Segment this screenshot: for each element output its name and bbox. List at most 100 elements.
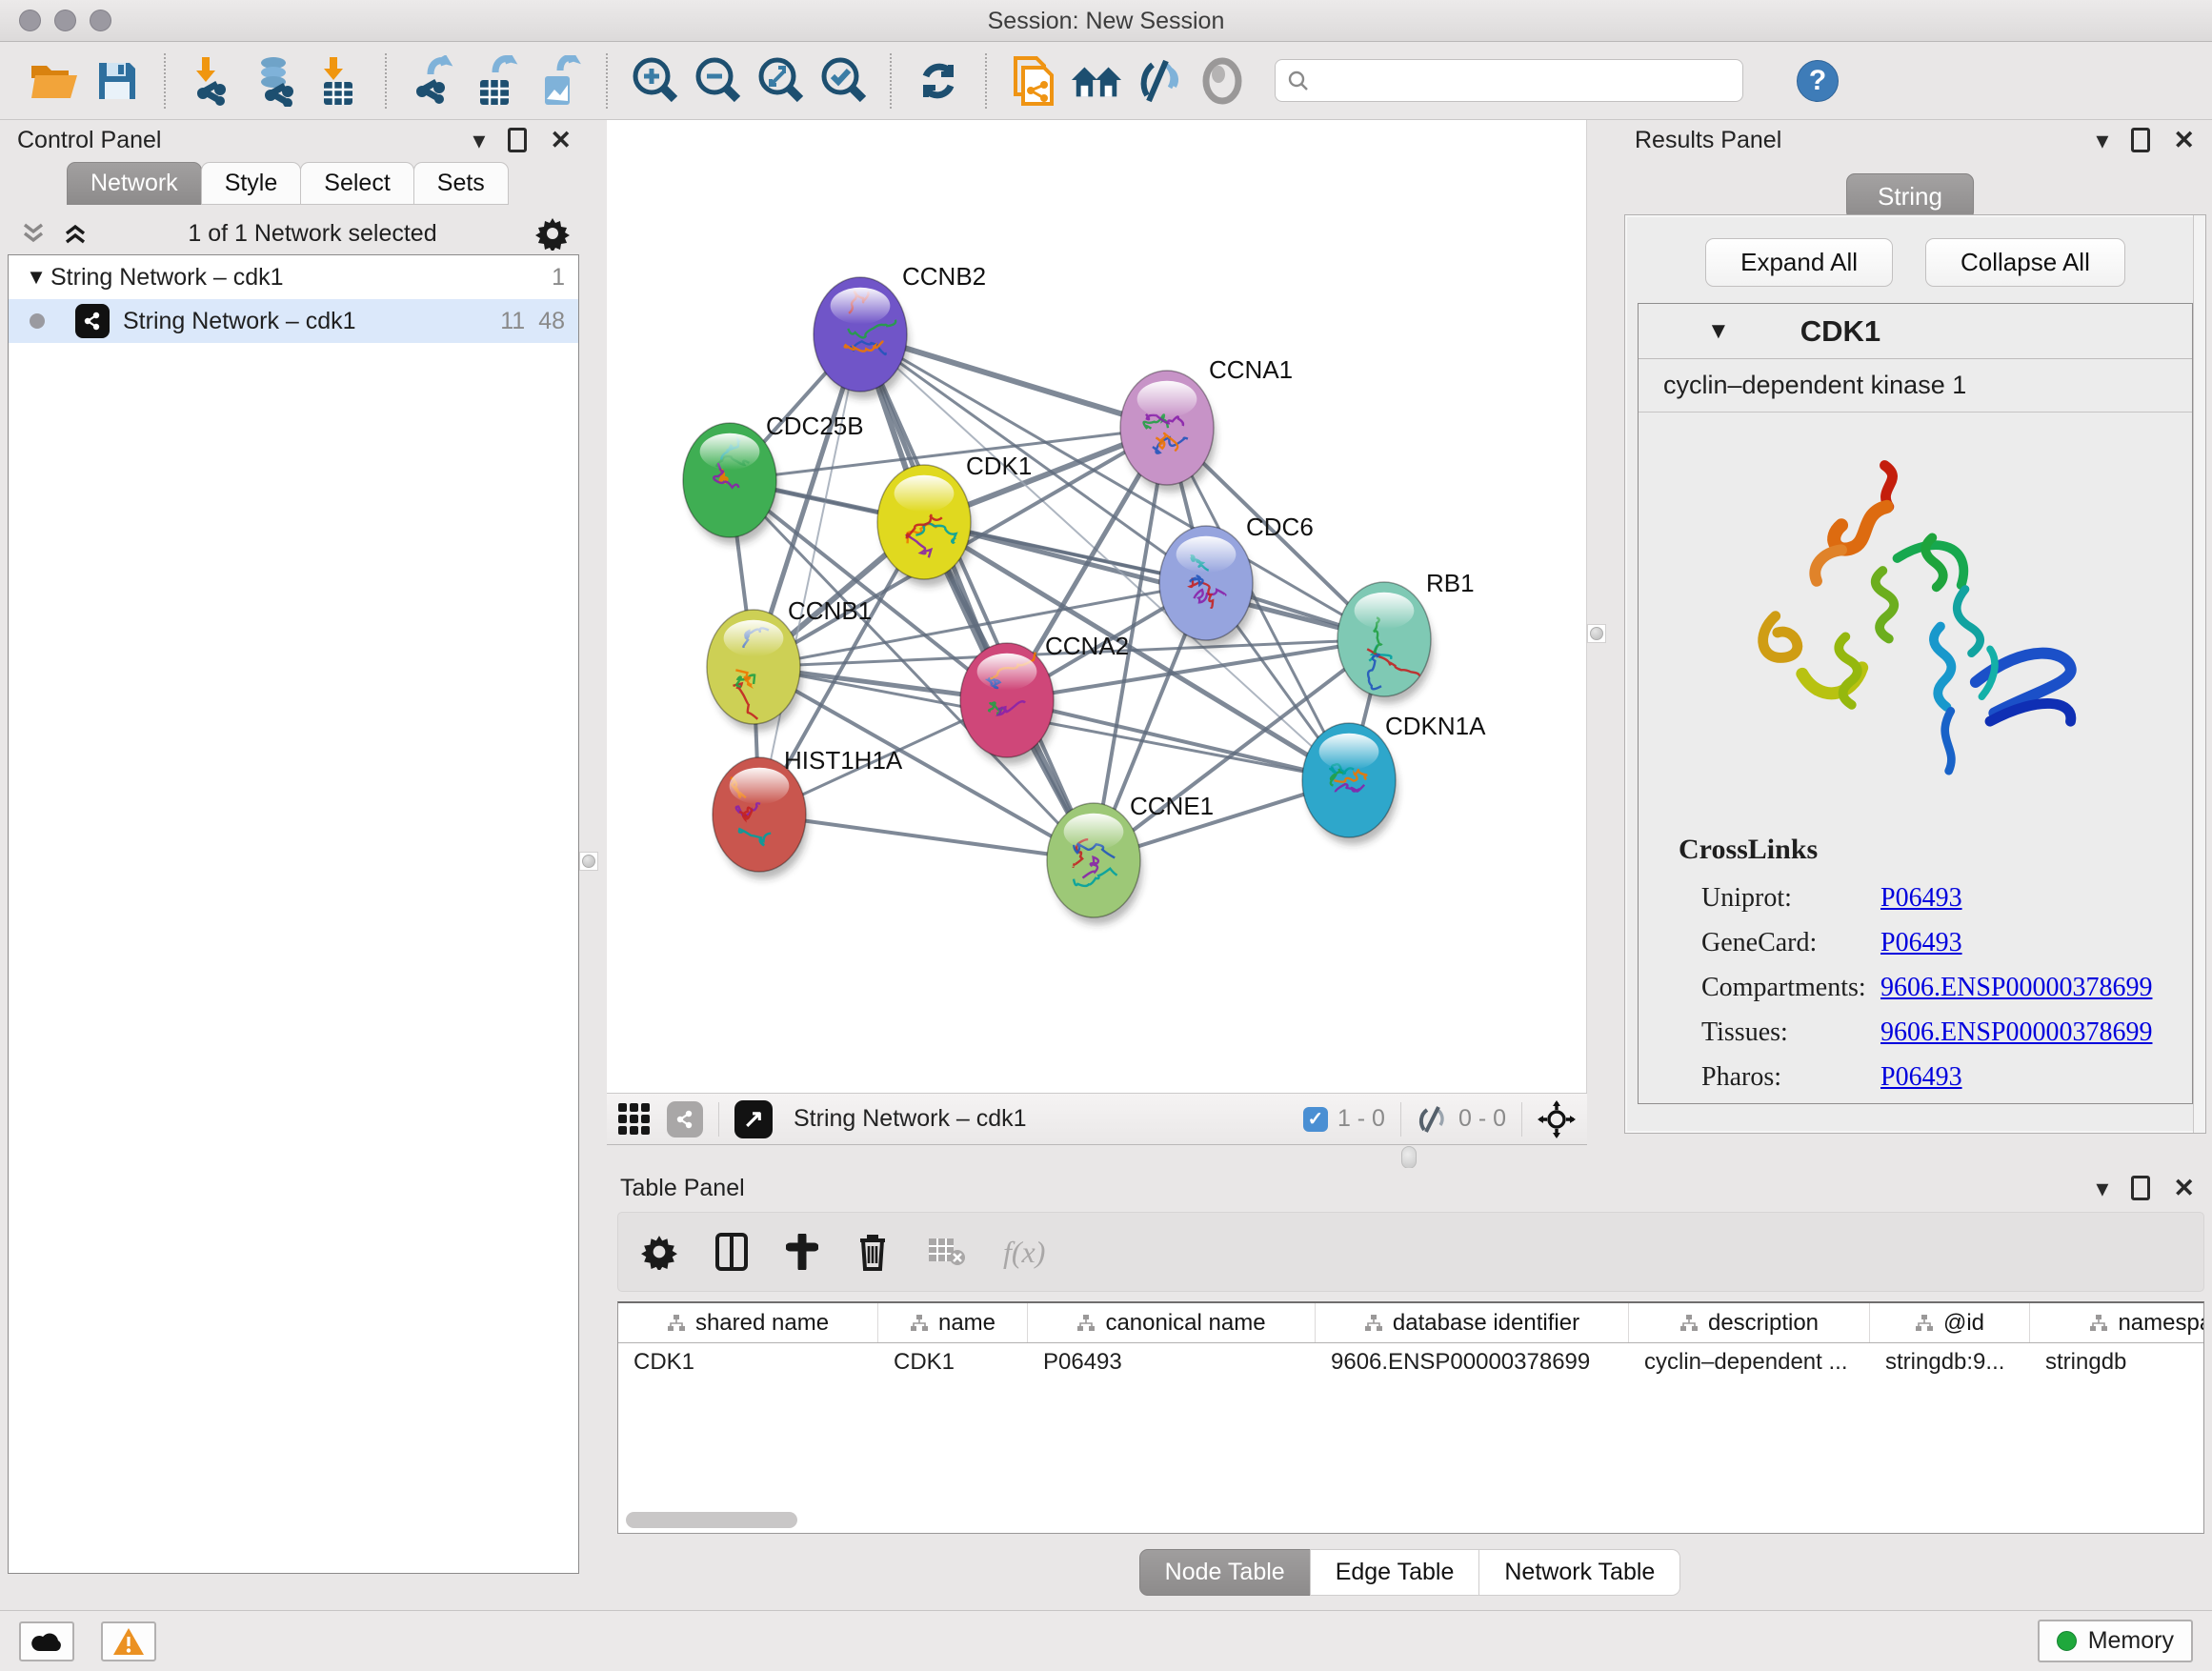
edge-CCNB2-HIST1H1A[interactable]: [759, 334, 860, 815]
tab-edge-table[interactable]: Edge Table: [1310, 1549, 1480, 1596]
tab-style[interactable]: Style: [201, 162, 302, 205]
function-builder-icon[interactable]: f(x): [1003, 1235, 1045, 1270]
selected-checkbox-icon[interactable]: [1303, 1107, 1328, 1132]
show-all-button[interactable]: [1196, 54, 1249, 108]
crosslink-link[interactable]: P06493: [1880, 883, 1962, 913]
node-CCNE1[interactable]: CCNE1: [1047, 792, 1214, 925]
houses-button[interactable]: [1070, 54, 1123, 108]
tab-string[interactable]: String: [1846, 173, 1974, 220]
add-row-icon[interactable]: [786, 1234, 818, 1270]
tab-node-table[interactable]: Node Table: [1139, 1549, 1311, 1596]
tab-select[interactable]: Select: [300, 162, 413, 205]
crosslink-link[interactable]: P06493: [1880, 928, 1962, 957]
minimize-window-icon[interactable]: [54, 10, 76, 31]
gear-icon[interactable]: [535, 216, 570, 251]
panel-float-icon[interactable]: [2131, 1176, 2150, 1200]
network-collection-row[interactable]: ▼ String Network – cdk1 1: [9, 255, 578, 299]
table-cell[interactable]: P06493: [1028, 1343, 1316, 1381]
column-header[interactable]: canonical name: [1028, 1303, 1316, 1342]
entry-expand-icon[interactable]: ▼: [1707, 318, 1730, 345]
table-hscrollbar[interactable]: [626, 1512, 797, 1528]
column-header[interactable]: database identifier: [1316, 1303, 1629, 1342]
node-CCNA2[interactable]: CCNA2: [960, 632, 1129, 765]
table-cell[interactable]: CDK1: [618, 1343, 878, 1381]
import-network-database-button[interactable]: [249, 54, 302, 108]
export-table-button[interactable]: [470, 54, 523, 108]
collapse-all-icon[interactable]: [19, 221, 48, 246]
right-splitter[interactable]: [1587, 120, 1608, 1168]
panel-close-icon[interactable]: [2173, 1174, 2195, 1203]
expand-all-icon[interactable]: [61, 221, 90, 246]
panel-close-icon[interactable]: [550, 126, 572, 155]
edge-HIST1H1A-CCNE1[interactable]: [759, 815, 1094, 860]
table-cell[interactable]: stringdb:9...: [1870, 1343, 2030, 1381]
birdseye-icon[interactable]: [1538, 1100, 1576, 1138]
network-canvas[interactable]: CCNB2CCNA1CDC25BCDK1CDC6RB1CCNB1CCNA2CDK…: [607, 120, 1587, 1093]
hide-eye-button[interactable]: [1133, 54, 1186, 108]
open-in-new-window-icon[interactable]: [734, 1100, 773, 1138]
node-RB1[interactable]: RB1: [1337, 569, 1475, 704]
memory-button[interactable]: Memory: [2038, 1620, 2193, 1662]
help-button[interactable]: [1797, 60, 1839, 102]
add-column-icon[interactable]: [715, 1233, 748, 1271]
close-window-icon[interactable]: [19, 10, 41, 31]
network-row[interactable]: String Network – cdk1 11 48: [9, 299, 578, 343]
left-splitter-handle[interactable]: [579, 852, 598, 871]
tab-network-table[interactable]: Network Table: [1478, 1549, 1680, 1596]
first-neighbors-button[interactable]: [1007, 54, 1060, 108]
panel-menu-icon[interactable]: [2096, 1174, 2108, 1203]
crosslink-link[interactable]: 9606.ENSP00000378699: [1880, 973, 2152, 1002]
expand-all-button[interactable]: Expand All: [1705, 238, 1893, 287]
column-header[interactable]: @id: [1870, 1303, 2030, 1342]
export-image-button[interactable]: [533, 54, 586, 108]
search-input[interactable]: [1310, 68, 1731, 94]
crosslink-link[interactable]: 9606.ENSP00000378699: [1880, 1017, 2152, 1047]
zoom-selected-button[interactable]: [816, 54, 870, 108]
entry-header[interactable]: ▼ CDK1: [1639, 304, 2192, 359]
node-HIST1H1A[interactable]: HIST1H1A: [713, 746, 903, 879]
zoom-out-button[interactable]: [691, 54, 744, 108]
import-network-file-button[interactable]: [186, 54, 239, 108]
table-gear-icon[interactable]: [641, 1234, 677, 1270]
edge-CCNB2-CCNE1[interactable]: [860, 334, 1094, 860]
collapse-all-button[interactable]: Collapse All: [1925, 238, 2125, 287]
column-header[interactable]: shared name: [618, 1303, 878, 1342]
table-cell[interactable]: CDK1: [878, 1343, 1028, 1381]
tab-network[interactable]: Network: [67, 162, 202, 205]
tab-sets[interactable]: Sets: [413, 162, 509, 205]
column-header[interactable]: description: [1629, 1303, 1870, 1342]
panel-float-icon[interactable]: [508, 128, 527, 152]
open-session-button[interactable]: [28, 54, 81, 108]
crosslink-link[interactable]: P06493: [1880, 1062, 1962, 1092]
table-row[interactable]: CDK1CDK1P064939606.ENSP00000378699cyclin…: [618, 1343, 2203, 1381]
delete-icon[interactable]: [856, 1233, 889, 1271]
warning-button[interactable]: [101, 1621, 156, 1661]
column-header[interactable]: name: [878, 1303, 1028, 1342]
share-view-icon[interactable]: [667, 1101, 703, 1137]
node-CDC6[interactable]: CDC6: [1159, 513, 1314, 648]
tree-expand-icon[interactable]: ▼: [22, 265, 50, 290]
export-network-button[interactable]: [407, 54, 460, 108]
node-CCNB2[interactable]: CCNB2: [814, 262, 986, 399]
panel-float-icon[interactable]: [2131, 128, 2150, 152]
node-CDKN1A[interactable]: CDKN1A: [1302, 712, 1486, 845]
save-session-button[interactable]: [90, 54, 144, 108]
search-field[interactable]: [1275, 59, 1743, 102]
cloud-button[interactable]: [19, 1621, 74, 1661]
zoom-fit-button[interactable]: [754, 54, 807, 108]
hidden-eye-icon[interactable]: [1417, 1105, 1449, 1134]
panel-menu-icon[interactable]: [473, 126, 485, 155]
table-cell[interactable]: cyclin–dependent ...: [1629, 1343, 1870, 1381]
table-cell[interactable]: stringdb: [2030, 1343, 2204, 1381]
column-header[interactable]: namespace: [2030, 1303, 2204, 1342]
zoom-in-button[interactable]: [628, 54, 681, 108]
right-splitter-handle[interactable]: [1587, 624, 1606, 643]
import-table-file-button[interactable]: [312, 54, 365, 108]
refresh-button[interactable]: [912, 54, 965, 108]
panel-close-icon[interactable]: [2173, 126, 2195, 155]
panel-menu-icon[interactable]: [2096, 126, 2108, 155]
results-scrollbar[interactable]: [2193, 215, 2205, 1133]
grid-view-icon[interactable]: [618, 1103, 650, 1135]
zoom-window-icon[interactable]: [90, 10, 111, 31]
delete-table-icon[interactable]: [927, 1237, 965, 1267]
